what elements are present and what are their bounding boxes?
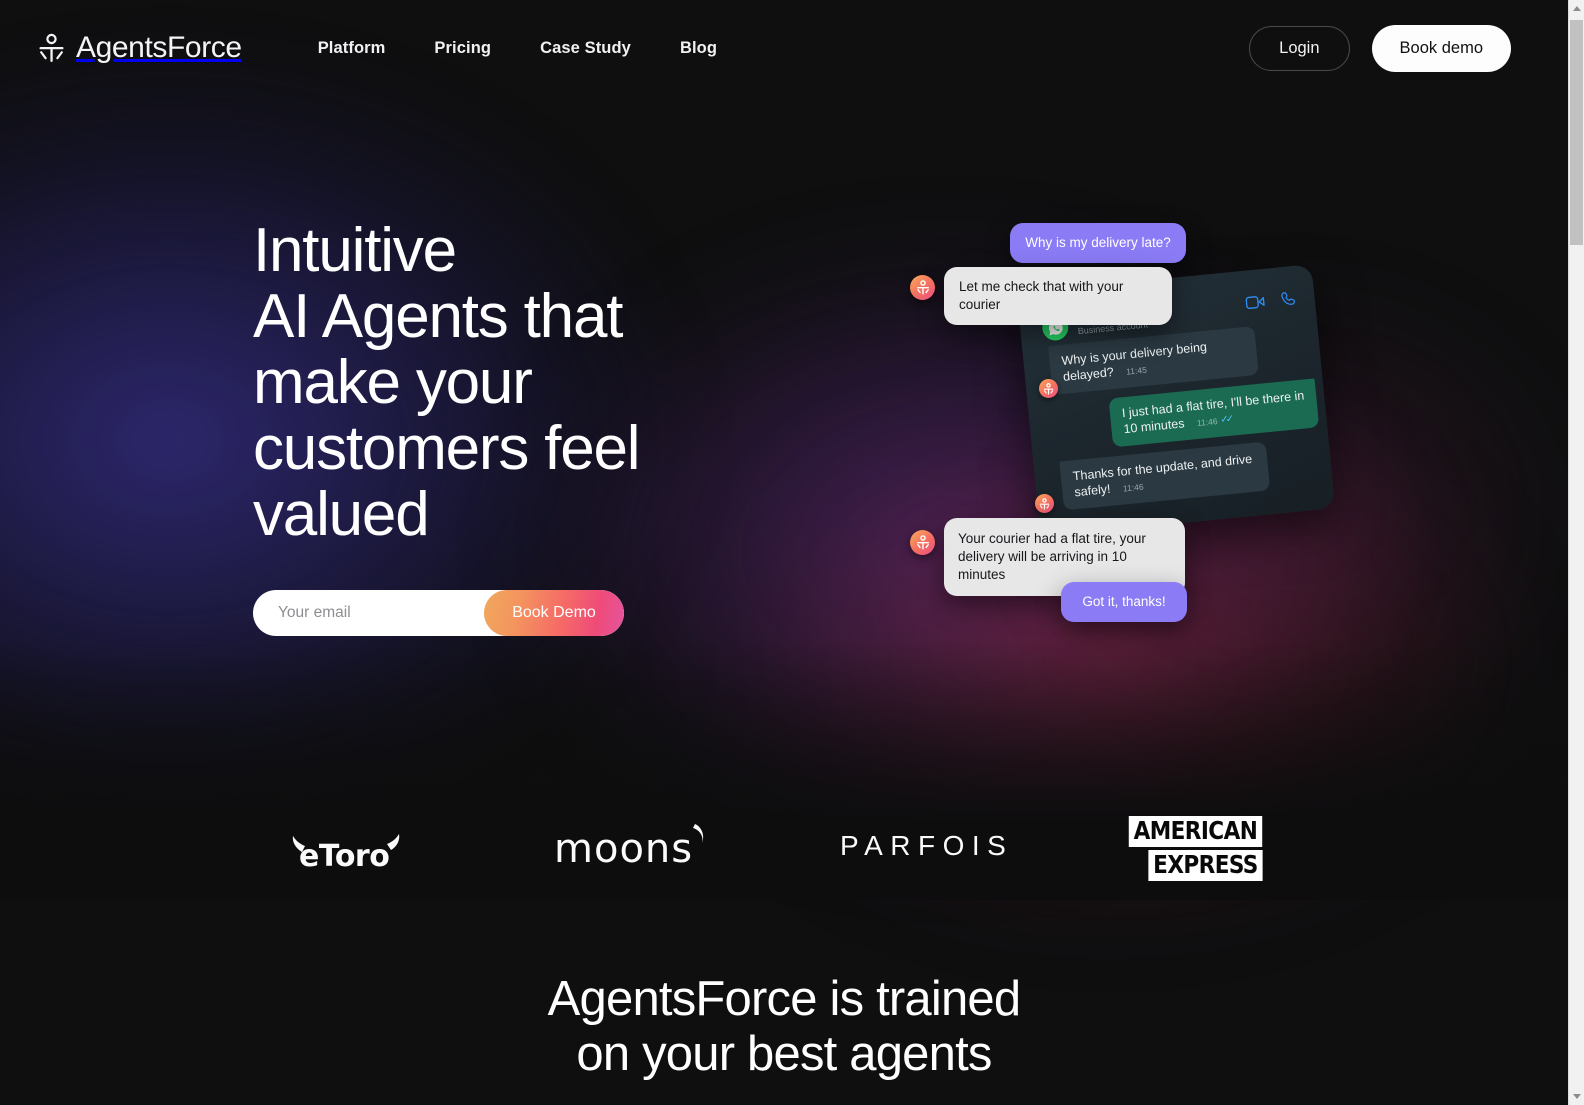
brand-name: AgentsForce [76, 31, 242, 64]
parfois-wordmark: PARFOIS [840, 830, 1014, 861]
whatsapp-message-time: 11:45 [1125, 364, 1148, 377]
brand-logo-link[interactable]: AgentsForce [38, 31, 242, 65]
header-actions: Login Book demo [1249, 24, 1511, 72]
svg-text:moons: moons [554, 826, 693, 872]
whatsapp-message-bubble-received: Thanks for the update, and drive safely!… [1059, 441, 1271, 511]
agentsforce-figure-icon [39, 33, 64, 62]
browser-page: AgentsForce Platform Pricing Case Study … [0, 0, 1584, 1105]
whatsapp-call-actions [1245, 289, 1298, 311]
customer-logo-moons: moons [552, 820, 717, 874]
agentsforce-figure-icon [916, 280, 929, 295]
chat-bubble-user: Got it, thanks! [1061, 582, 1187, 622]
nav-item-pricing[interactable]: Pricing [434, 39, 491, 58]
chat-bubble-agent: Let me check that with your courier [944, 267, 1172, 325]
scroll-up-button[interactable] [1569, 0, 1584, 17]
video-camera-icon[interactable] [1245, 293, 1265, 310]
customer-logo-etoro: eToro [288, 822, 404, 874]
whatsapp-message-text: Thanks for the update, and drive safely! [1072, 451, 1253, 500]
customer-logo-american-express: AMERICAN EXPRESS [1126, 816, 1265, 881]
whatsapp-message-list: Why is your delivery being delayed? 11:4… [1022, 320, 1334, 522]
phone-icon[interactable] [1280, 289, 1299, 308]
nav-item-case-study[interactable]: Case Study [540, 39, 631, 58]
scrollbar-thumb[interactable] [1570, 20, 1583, 245]
etoro-bull-horns-logo: eToro [292, 834, 400, 874]
hero-section: Intuitive AI Agents that make your custo… [253, 218, 773, 548]
trained-section: AgentsForce is trained on your best agen… [0, 972, 1568, 1082]
moons-crescent-logo: moons [554, 824, 704, 872]
scroll-down-button[interactable] [1569, 1088, 1584, 1105]
avatar [910, 275, 935, 300]
hero-title: Intuitive AI Agents that make your custo… [253, 216, 641, 549]
trained-section-heading: AgentsForce is trained on your best agen… [547, 972, 1021, 1081]
primary-navigation: Platform Pricing Case Study Blog [318, 39, 717, 58]
whatsapp-message-time: 11:46 ✓✓ [1196, 413, 1232, 429]
agentsforce-figure-icon [1039, 497, 1050, 510]
whatsapp-message-bubble-sent: I just had a flat tire, I'll be there in… [1108, 378, 1320, 448]
avatar [1035, 494, 1054, 513]
vertical-scrollbar[interactable] [1568, 0, 1584, 1105]
email-input[interactable] [253, 590, 484, 636]
hero-book-demo-button[interactable]: Book Demo [484, 590, 624, 636]
american-express-logo: AMERICAN EXPRESS [1126, 816, 1265, 881]
avatar [910, 530, 935, 555]
agentsforce-figure-icon [916, 535, 929, 550]
triangle-up-icon [1572, 6, 1581, 11]
amex-line-american: AMERICAN [1128, 816, 1263, 847]
customer-logo-parfois: PARFOIS [840, 830, 1013, 862]
nav-item-platform[interactable]: Platform [318, 39, 386, 58]
chat-illustration: Courier Business account [880, 205, 1350, 645]
email-capture-form: Book Demo [253, 590, 624, 636]
page-viewport: AgentsForce Platform Pricing Case Study … [0, 0, 1568, 1105]
nav-item-blog[interactable]: Blog [680, 39, 717, 58]
whatsapp-message-time: 11:46 [1122, 481, 1144, 494]
avatar [1039, 379, 1058, 398]
chat-bubble-user: Why is my delivery late? [1010, 223, 1186, 263]
site-header: AgentsForce Platform Pricing Case Study … [0, 0, 1568, 96]
agentsforce-figure-icon [1043, 382, 1054, 395]
triangle-down-icon [1572, 1094, 1581, 1099]
header-book-demo-button[interactable]: Book demo [1371, 24, 1511, 72]
login-button[interactable]: Login [1249, 25, 1350, 71]
read-receipt-icon: ✓✓ [1219, 413, 1232, 426]
customer-logos-band: eToro moons PARFOIS AMERICAN EXPRESS [0, 800, 1568, 910]
amex-line-express: EXPRESS [1148, 850, 1263, 881]
svg-text:eToro: eToro [299, 839, 389, 874]
